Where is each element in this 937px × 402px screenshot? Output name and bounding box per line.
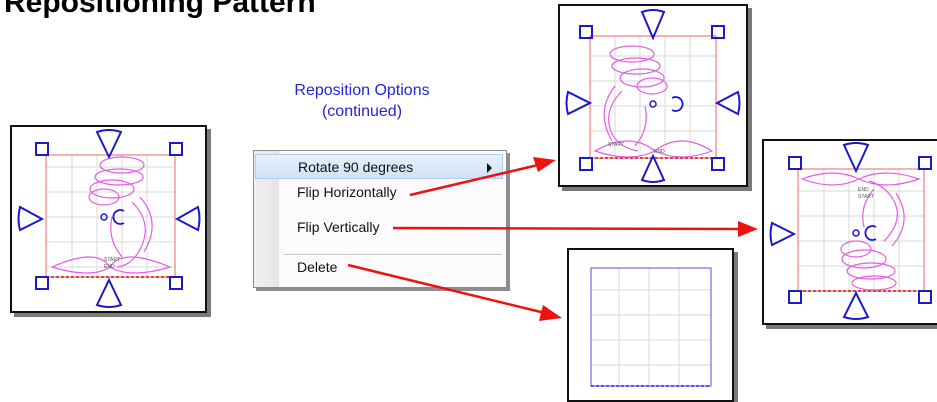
- arrow-delete: [347, 263, 546, 315]
- arrow-head-icon: [738, 221, 758, 237]
- arrow-head-icon: [539, 305, 562, 321]
- arrow-head-icon: [533, 157, 556, 172]
- callout-arrows: [347, 157, 758, 321]
- arrow-flip-vertical: [392, 226, 741, 231]
- arrow-flip-horizontal: [409, 163, 539, 197]
